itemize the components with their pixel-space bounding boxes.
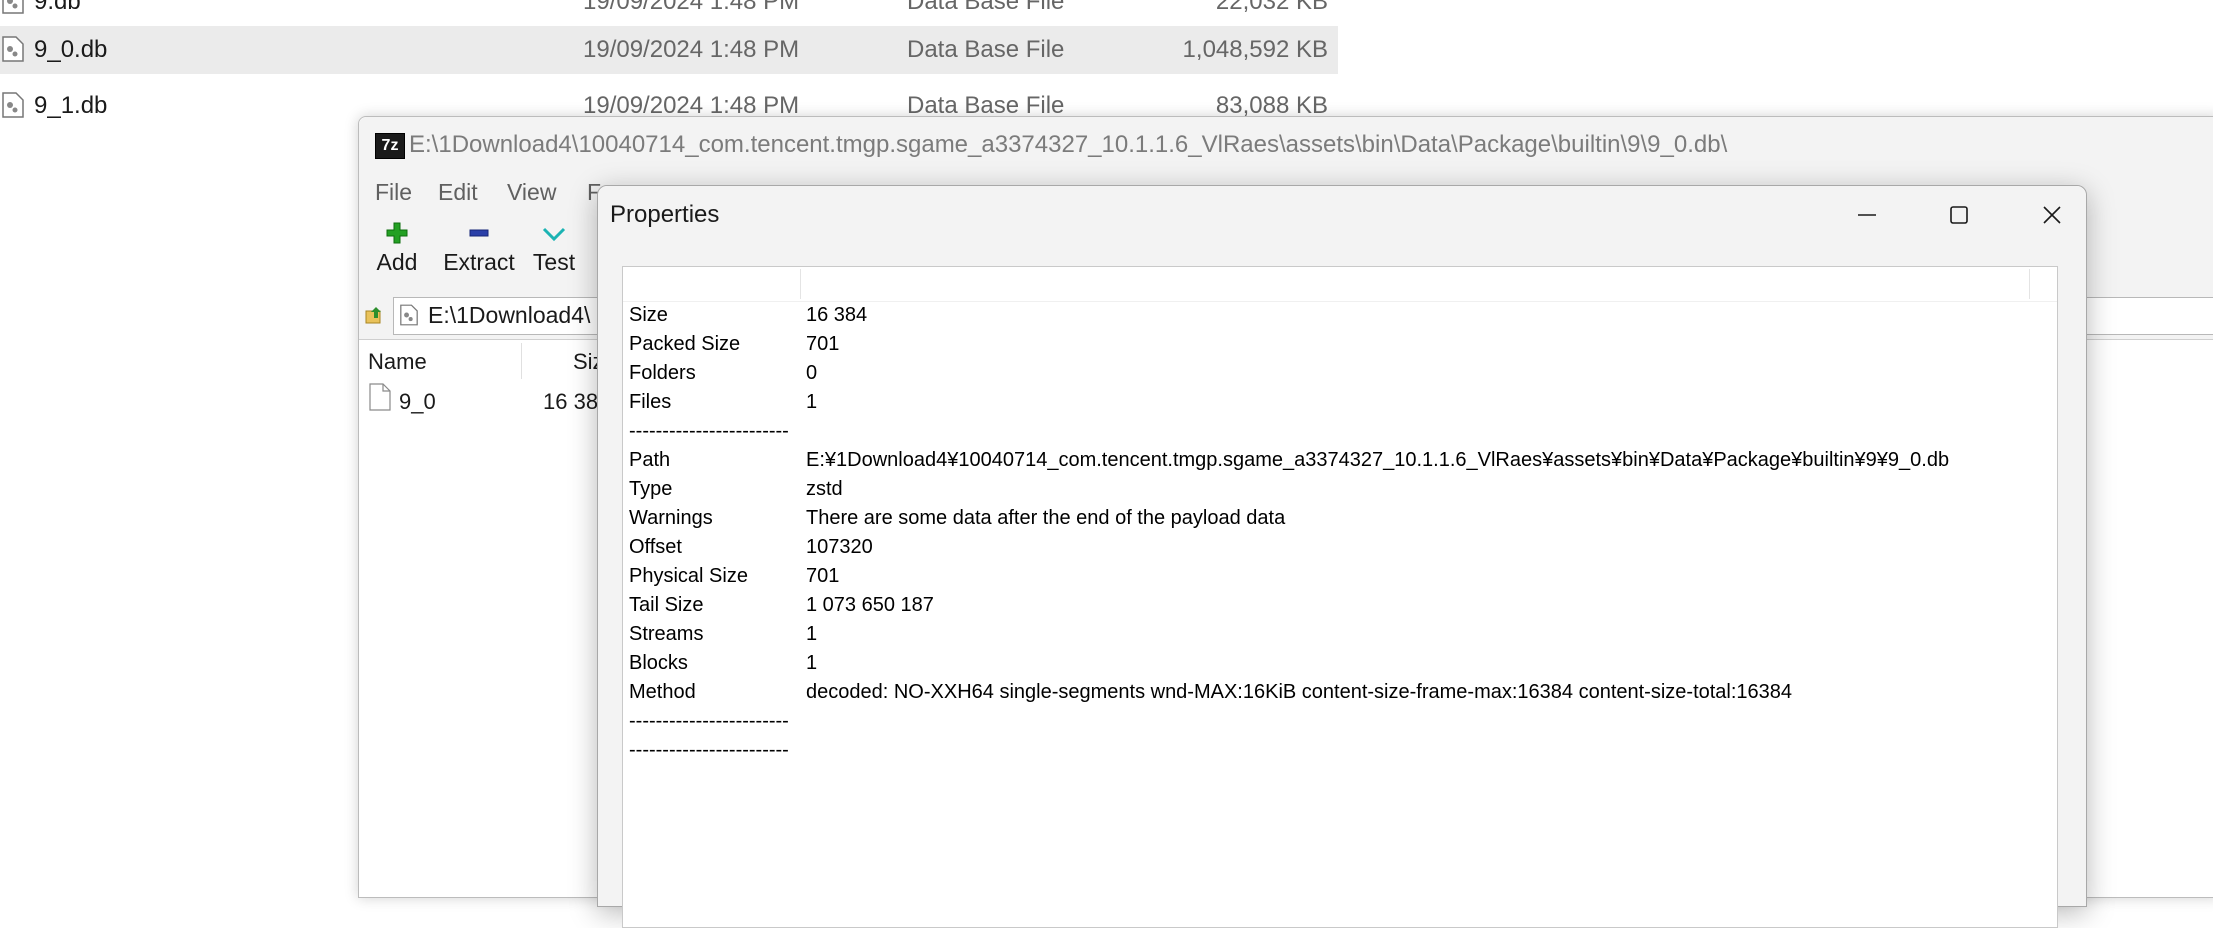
test-label: Test [532,249,576,275]
properties-list[interactable]: Size 16 384 Packed Size 701 Folders 0 Fi… [622,266,2058,928]
minimize-button[interactable] [1821,186,1913,244]
property-name: Streams [629,623,704,645]
property-value: 107320 [806,536,873,558]
property-name: Warnings [629,507,713,529]
property-name: Packed Size [629,333,741,355]
property-row-physical-size[interactable]: Physical Size 701 [623,562,2057,591]
file-name: 9_1.db [34,92,108,119]
file-name: 9_0.db [34,36,108,63]
file-date: 19/09/2024 1:48 PM [583,36,800,63]
window-title: E:\1Download4\10040714_com.tencent.tmgp.… [409,131,1728,158]
property-row-tail-size[interactable]: Tail Size 1 073 650 187 [623,591,2057,620]
property-name: ------------------------ [629,739,789,761]
minus-icon [439,217,519,249]
menu-view[interactable]: View [507,179,556,206]
address-text: E:\1Download4\ [428,302,591,328]
list-item-size: 16 38 [543,389,599,414]
column-divider[interactable] [2029,269,2030,299]
property-value: 701 [806,565,840,587]
file-type: Data Base File [907,36,1065,63]
maximize-button[interactable] [1913,186,2005,244]
sevenzip-titlebar[interactable]: 7z E:\1Download4\10040714_com.tencent.tm… [359,117,2213,173]
column-name-header[interactable]: Name [368,349,427,375]
column-divider[interactable] [800,269,801,299]
add-button[interactable]: Add [371,217,423,276]
dialog-title: Properties [610,201,720,228]
property-row-path[interactable]: Path E:¥1Download4¥10040714_com.tencent.… [623,446,2057,475]
close-icon [2043,206,2061,224]
extract-label: Extract [443,249,515,275]
file-row[interactable]: 9.db 19/09/2024 1:48 PM Data Base File 2… [0,0,1338,26]
test-button[interactable]: Test [529,217,579,276]
properties-titlebar[interactable]: Properties [598,186,2086,244]
sevenzip-logo-icon: 7z [375,133,405,159]
property-value: 0 [806,362,818,384]
property-name: Folders [629,362,696,384]
properties-body: Size 16 384 Packed Size 701 Folders 0 Fi… [598,244,2086,928]
property-name: Offset [629,536,682,558]
list-item-name: 9_0 [399,389,436,414]
property-value: There are some data after the end of the… [806,507,1286,529]
file-size: 1,048,592 KB [1182,36,1328,63]
property-separator[interactable]: ------------------------ [623,736,2057,765]
property-name: Blocks [629,652,688,674]
property-row-folders[interactable]: Folders 0 [623,359,2057,388]
property-name: Files [629,391,672,413]
property-value: 701 [806,333,840,355]
property-name: ------------------------ [629,420,789,442]
close-button[interactable] [2006,186,2098,244]
file-name: 9.db [34,0,81,15]
property-row-warnings[interactable]: Warnings There are some data after the e… [623,504,2057,533]
database-file-icon [400,304,418,331]
file-date: 19/09/2024 1:48 PM [583,0,800,15]
property-separator[interactable]: ------------------------ [623,707,2057,736]
property-row-offset[interactable]: Offset 107320 [623,533,2057,562]
property-value: 1 [806,652,818,674]
property-row-streams[interactable]: Streams 1 [623,620,2057,649]
property-row-files[interactable]: Files 1 [623,388,2057,417]
database-file-icon [2,92,26,120]
menu-file[interactable]: File [375,179,412,206]
file-type: Data Base File [907,0,1065,15]
file-icon [369,383,391,417]
add-label: Add [376,249,418,275]
properties-list-header [623,267,2057,302]
property-value: 16 384 [806,304,868,326]
property-row-type[interactable]: Type zstd [623,475,2057,504]
menu-edit[interactable]: Edit [438,179,478,206]
property-row-blocks[interactable]: Blocks 1 [623,649,2057,678]
extract-button[interactable]: Extract [439,217,519,276]
file-size: 22,032 KB [1215,0,1328,15]
property-name: Size [629,304,668,326]
property-value: E:¥1Download4¥10040714_com.tencent.tmgp.… [806,449,1950,471]
file-row-selected[interactable]: 9_0.db 19/09/2024 1:48 PM Data Base File… [0,26,1338,74]
property-separator[interactable]: ------------------------ [623,417,2057,446]
properties-dialog: Properties Size 16 384 Packed Size 701 F… [597,185,2087,928]
property-row-packed-size[interactable]: Packed Size 701 [623,330,2057,359]
database-file-icon [2,36,26,64]
property-value: decoded: NO-XXH64 single-segments wnd-MA… [806,681,1793,703]
file-explorer-list: 9.db 19/09/2024 1:48 PM Data Base File 2… [0,0,1340,125]
property-name: Type [629,478,673,500]
plus-icon [371,217,423,249]
database-file-icon [2,0,26,16]
property-name: Physical Size [629,565,748,587]
check-icon [529,217,579,249]
column-divider[interactable] [521,343,522,379]
property-name: Path [629,449,671,471]
property-name: ------------------------ [629,710,789,732]
maximize-icon [1950,206,1968,224]
minimize-icon [1858,214,1876,216]
property-name: Method [629,681,696,703]
property-value: zstd [806,478,843,500]
property-row-method[interactable]: Method decoded: NO-XXH64 single-segments… [623,678,2057,707]
up-folder-icon[interactable] [365,305,385,325]
property-value: 1 [806,391,818,413]
property-row-size[interactable]: Size 16 384 [623,301,2057,330]
property-name: Tail Size [629,594,704,616]
property-value: 1 [806,623,818,645]
property-value: 1 073 650 187 [806,594,934,616]
